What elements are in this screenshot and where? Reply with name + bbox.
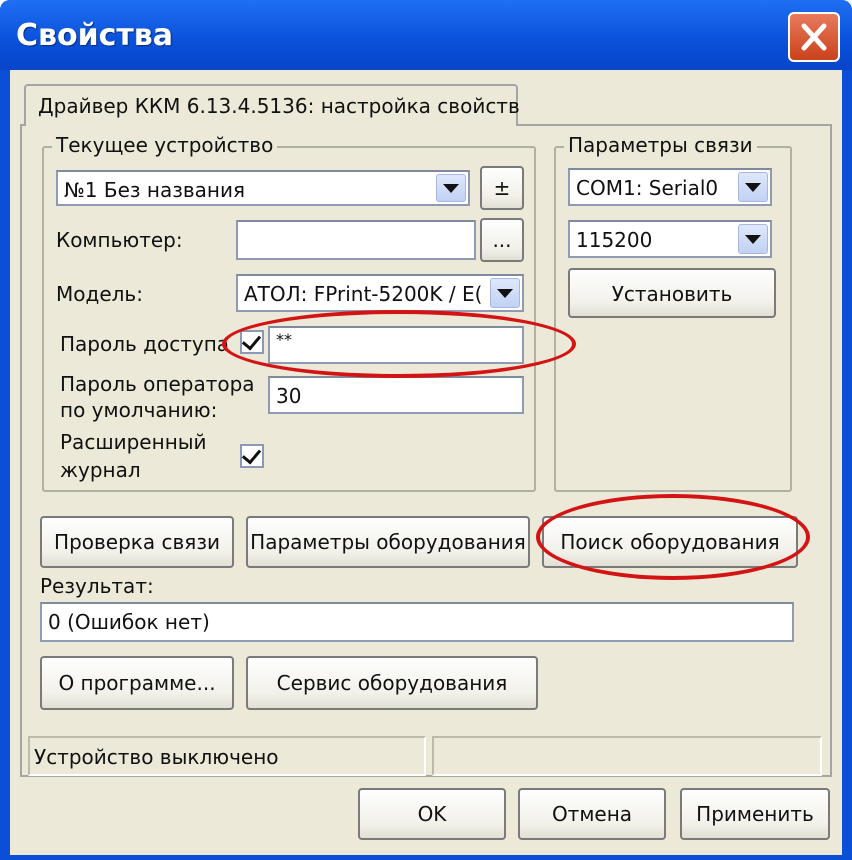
window-title: Свойства: [16, 18, 174, 53]
browse-computer-label: ...: [492, 228, 512, 252]
result-label: Результат:: [40, 574, 154, 598]
apply-label: Применить: [696, 802, 814, 826]
status-bar-section-right: [432, 736, 822, 776]
model-select-value: АТОЛ: FPrint-5200K / Е(: [244, 282, 483, 306]
access-password-label: Пароль доступа: [60, 332, 230, 356]
tab-label: Драйвер ККМ 6.13.4.5136: настройка свойс…: [38, 94, 520, 118]
highlight-ellipse: [536, 494, 810, 580]
computer-label: Компьютер:: [56, 228, 183, 252]
result-field: 0 (Ошибок нет): [40, 602, 794, 642]
extended-journal-checkbox[interactable]: [240, 444, 264, 468]
status-text: Устройство выключено: [34, 745, 279, 769]
chevron-down-icon[interactable]: [490, 278, 520, 308]
result-value: 0 (Ошибок нет): [48, 610, 210, 634]
highlight-ellipse: [222, 310, 576, 378]
check-connection-label: Проверка связи: [54, 530, 220, 554]
operator-password-label-line2: по умолчанию:: [60, 398, 218, 422]
operator-password-label-line1: Пароль оператора: [60, 372, 255, 396]
chevron-down-icon[interactable]: [738, 172, 768, 202]
set-connection-button[interactable]: Установить: [568, 268, 776, 318]
baud-rate-select-value: 115200: [576, 228, 653, 252]
tab-driver-settings[interactable]: Драйвер ККМ 6.13.4.5136: настройка свойс…: [24, 84, 520, 126]
checkmark-icon: [241, 444, 262, 465]
apply-button[interactable]: Применить: [680, 788, 830, 840]
ok-button[interactable]: OK: [358, 788, 506, 840]
close-icon: [801, 23, 827, 51]
check-connection-button[interactable]: Проверка связи: [40, 516, 234, 568]
add-remove-device-label: ±: [493, 176, 511, 200]
device-select[interactable]: №1 Без названия: [56, 170, 470, 206]
extended-journal-label-line2: журнал: [60, 458, 141, 482]
connection-params-group-title: Параметры связи: [564, 133, 757, 157]
device-select-value: №1 Без названия: [64, 178, 246, 202]
model-label: Модель:: [56, 282, 143, 306]
equipment-params-button[interactable]: Параметры оборудования: [246, 516, 530, 568]
model-select[interactable]: АТОЛ: FPrint-5200K / Е(: [236, 274, 524, 312]
status-bar-section: Устройство выключено: [28, 736, 426, 776]
baud-rate-select[interactable]: 115200: [568, 220, 772, 258]
operator-password-input[interactable]: 30: [268, 376, 524, 414]
equipment-service-button[interactable]: Сервис оборудования: [246, 656, 538, 710]
cancel-button[interactable]: Отмена: [518, 788, 666, 840]
ok-label: OK: [417, 802, 447, 826]
add-remove-device-button[interactable]: ±: [480, 166, 524, 210]
cancel-label: Отмена: [551, 802, 633, 826]
current-device-group-title: Текущее устройство: [52, 133, 278, 157]
set-connection-label: Установить: [611, 282, 733, 306]
browse-computer-button[interactable]: ...: [480, 218, 524, 262]
chevron-down-icon[interactable]: [738, 224, 768, 254]
about-button[interactable]: О программе...: [40, 656, 234, 710]
equipment-service-label: Сервис оборудования: [276, 671, 508, 695]
chevron-down-icon[interactable]: [436, 174, 466, 202]
about-label: О программе...: [58, 671, 216, 695]
port-select[interactable]: COM1: Serial0: [568, 168, 772, 206]
extended-journal-label-line1: Расширенный: [60, 430, 207, 454]
close-button[interactable]: [788, 12, 840, 62]
computer-input[interactable]: [236, 220, 476, 260]
port-select-value: COM1: Serial0: [576, 176, 719, 200]
equipment-params-label: Параметры оборудования: [250, 530, 526, 554]
operator-password-value: 30: [276, 384, 302, 408]
